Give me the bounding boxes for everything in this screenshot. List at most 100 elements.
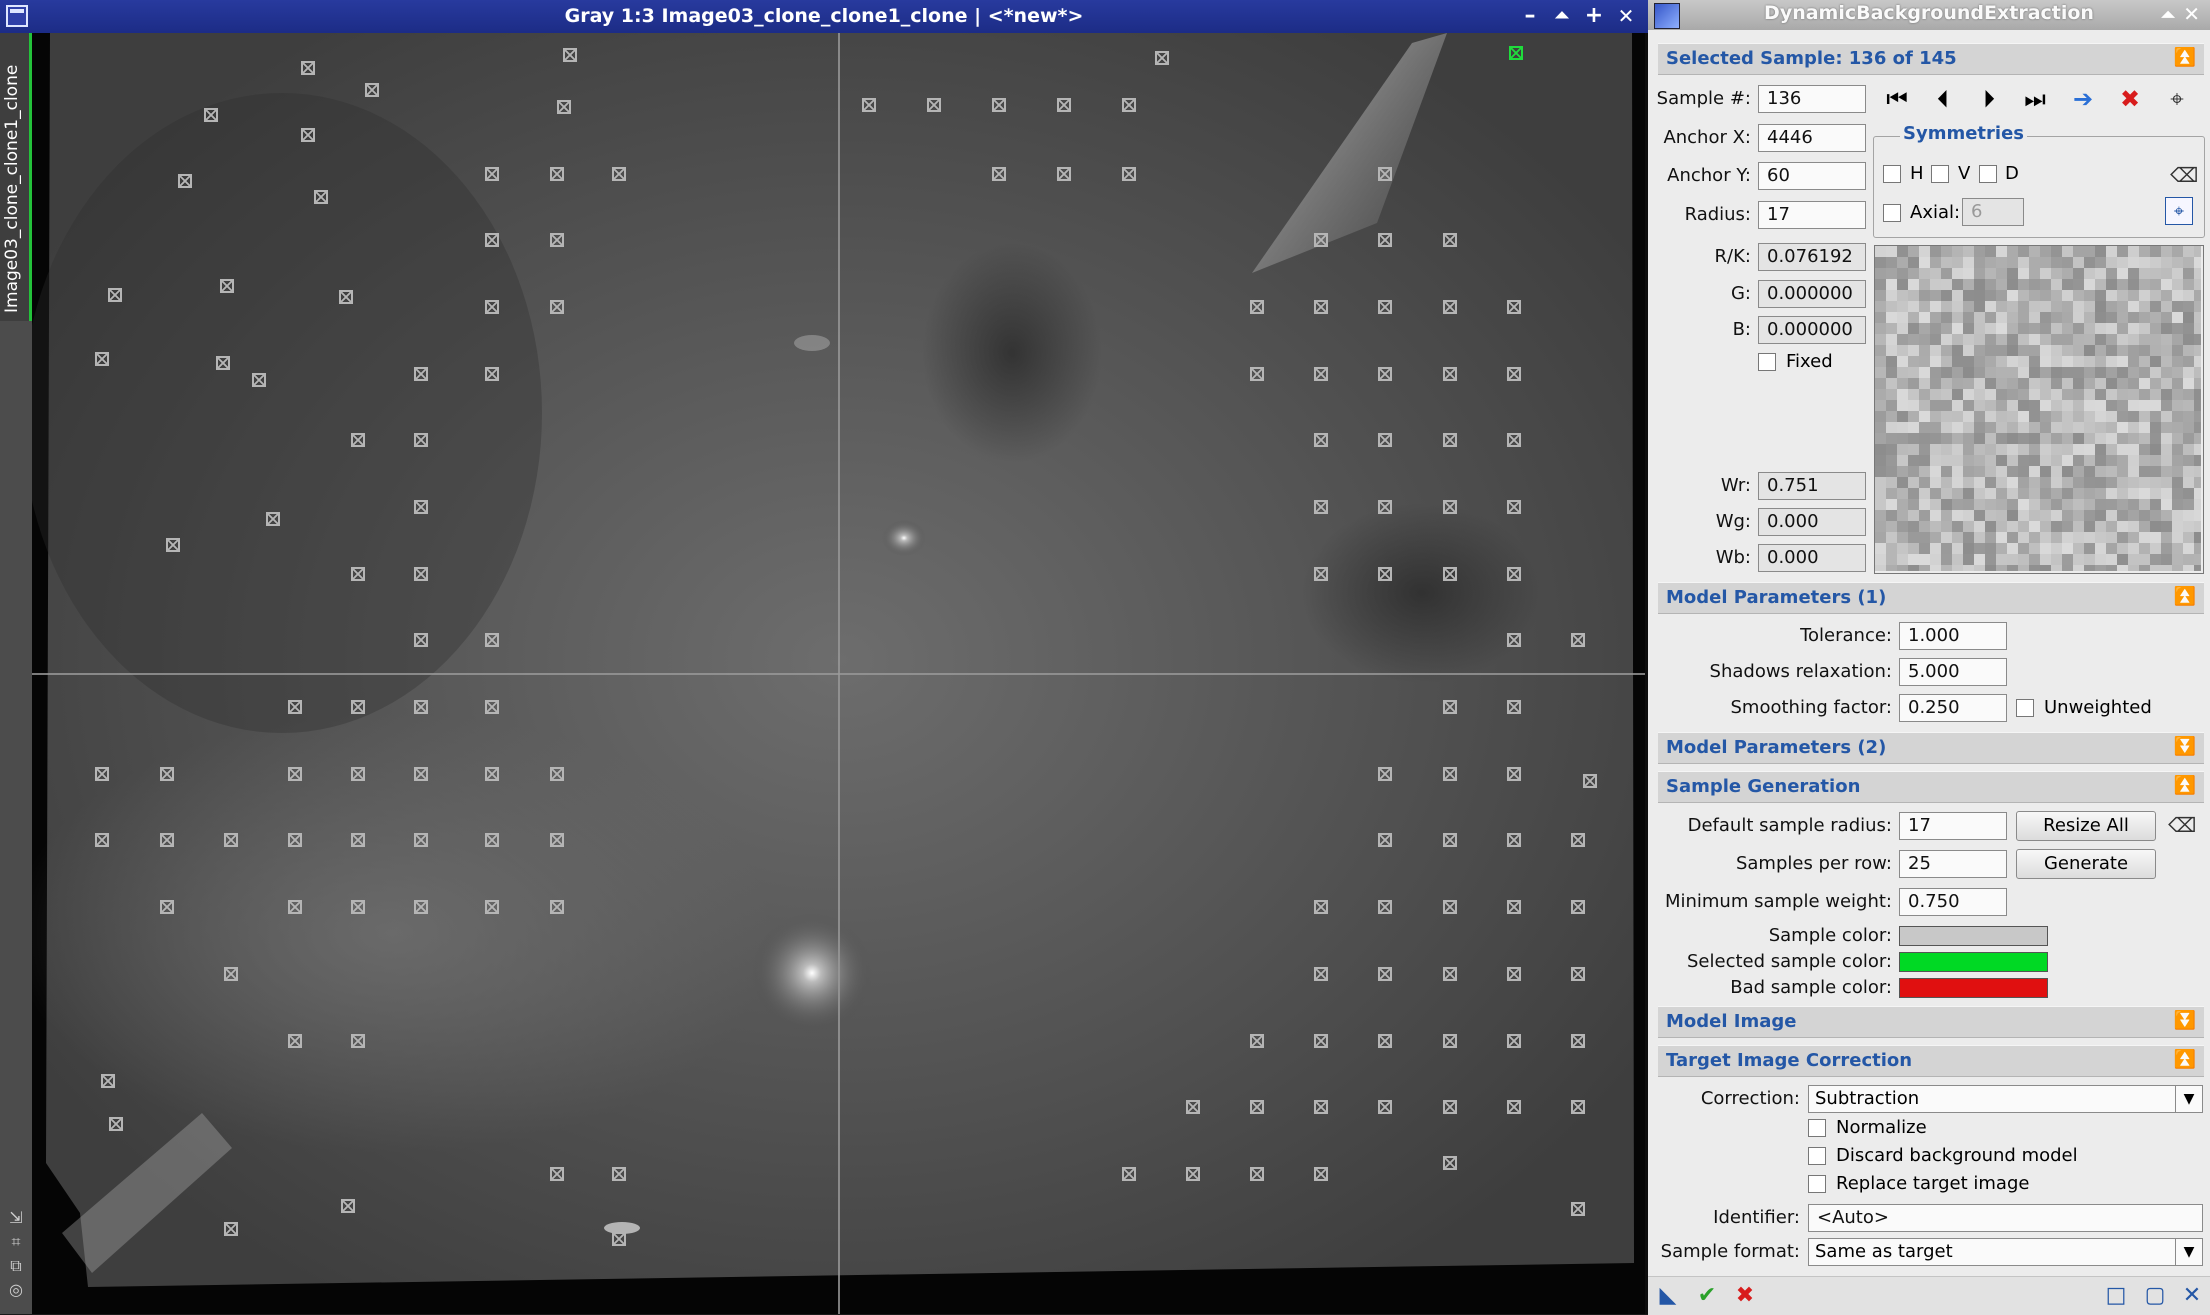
shade-button[interactable]: ⏶ <box>1548 2 1576 30</box>
sample-mark[interactable] <box>485 633 499 647</box>
sample-mark[interactable] <box>612 1167 626 1181</box>
first-sample-icon[interactable]: ⏮ <box>1884 86 1910 112</box>
sample-mark[interactable] <box>414 367 428 381</box>
sample-mark[interactable] <box>862 98 876 112</box>
sample-mark[interactable] <box>1443 1034 1457 1048</box>
shadows-relaxation-field[interactable]: 5.000 <box>1899 658 2007 686</box>
sample-mark[interactable] <box>1507 900 1521 914</box>
discard-background-checkbox[interactable] <box>1808 1147 1826 1165</box>
reset-radius-icon[interactable]: ⌫ <box>2168 813 2196 837</box>
sample-mark[interactable] <box>341 1199 355 1213</box>
sample-mark[interactable] <box>314 190 328 204</box>
sample-mark[interactable] <box>1507 367 1521 381</box>
sample-mark[interactable] <box>1250 300 1264 314</box>
clear-symmetries-icon[interactable]: ⌫ <box>2170 163 2198 187</box>
samples-per-row-field[interactable]: 25 <box>1899 850 2007 878</box>
sample-mark[interactable] <box>351 433 365 447</box>
close-button[interactable]: ✕ <box>1612 2 1640 30</box>
sample-mark[interactable] <box>485 167 499 181</box>
arrow-icon[interactable]: ⇲ <box>7 1209 25 1227</box>
section-model-parameters-2[interactable]: Model Parameters (2) ⏬ <box>1658 732 2204 764</box>
sample-mark[interactable] <box>1122 1167 1136 1181</box>
copy-icon[interactable]: ⧉ <box>7 1257 25 1275</box>
sample-mark[interactable] <box>550 167 564 181</box>
close-icon[interactable]: ✕ <box>2183 2 2200 26</box>
sample-mark[interactable] <box>1378 367 1392 381</box>
sample-mark[interactable] <box>414 700 428 714</box>
replace-target-checkbox[interactable] <box>1808 1175 1826 1193</box>
sample-mark[interactable] <box>220 279 234 293</box>
sample-mark[interactable] <box>550 300 564 314</box>
bad-sample-color-swatch[interactable] <box>1899 978 2048 998</box>
resize-all-button[interactable]: Resize All <box>2016 811 2156 841</box>
sample-mark[interactable] <box>288 700 302 714</box>
sample-mark[interactable] <box>1378 1034 1392 1048</box>
sample-mark[interactable] <box>485 367 499 381</box>
sample-mark[interactable] <box>301 61 315 75</box>
shade-icon[interactable]: ⏶ <box>2160 2 2176 26</box>
sample-mark[interactable] <box>95 352 109 366</box>
sample-mark[interactable] <box>414 767 428 781</box>
unweighted-checkbox[interactable] <box>2016 699 2034 717</box>
sample-mark[interactable] <box>1507 433 1521 447</box>
sample-mark[interactable] <box>1571 1034 1585 1048</box>
sample-mark[interactable] <box>1571 633 1585 647</box>
sample-mark[interactable] <box>1507 833 1521 847</box>
sample-mark[interactable] <box>1155 51 1169 65</box>
sample-mark[interactable] <box>1378 767 1392 781</box>
sample-mark[interactable] <box>1314 500 1328 514</box>
sample-mark[interactable] <box>224 1222 238 1236</box>
sample-mark[interactable] <box>1378 167 1392 181</box>
sample-mark[interactable] <box>1314 900 1328 914</box>
section-sample-generation[interactable]: Sample Generation ⏫ <box>1658 771 2204 803</box>
sample-mark[interactable] <box>1583 774 1597 788</box>
sample-mark[interactable] <box>485 300 499 314</box>
collapse-icon[interactable]: ⏫ <box>2174 586 2196 607</box>
last-sample-icon[interactable]: ⏭ <box>2022 86 2048 112</box>
sample-mark[interactable] <box>485 700 499 714</box>
sample-mark[interactable] <box>224 967 238 981</box>
sample-mark[interactable] <box>339 290 353 304</box>
sample-mark[interactable] <box>95 833 109 847</box>
sample-mark[interactable] <box>1507 967 1521 981</box>
minimum-sample-weight-field[interactable]: 0.750 <box>1899 888 2007 916</box>
sample-mark[interactable] <box>1443 433 1457 447</box>
sample-mark[interactable] <box>1378 967 1392 981</box>
sample-mark[interactable] <box>1378 500 1392 514</box>
sample-mark[interactable] <box>101 1074 115 1088</box>
sample-mark[interactable] <box>1507 500 1521 514</box>
section-selected-sample[interactable]: Selected Sample: 136 of 145 ⏫ <box>1658 43 2204 75</box>
delete-sample-icon[interactable]: ✖ <box>2117 86 2143 112</box>
sample-mark[interactable] <box>563 48 577 62</box>
sample-mark[interactable] <box>1122 167 1136 181</box>
expand-icon[interactable]: ⏬ <box>2174 1010 2196 1031</box>
next-sample-icon[interactable]: ⏵ <box>1976 86 2002 112</box>
sample-mark[interactable] <box>612 1232 626 1246</box>
sample-mark[interactable] <box>1186 1100 1200 1114</box>
new-instance-icon[interactable]: ◣ <box>1656 1284 1680 1308</box>
sample-mark[interactable] <box>1507 1100 1521 1114</box>
reset-icon[interactable]: ✕ <box>2180 1284 2204 1308</box>
crosshair-icon[interactable]: ⌖ <box>2164 86 2190 112</box>
sample-mark[interactable] <box>1250 367 1264 381</box>
sample-mark[interactable] <box>1507 300 1521 314</box>
section-model-image[interactable]: Model Image ⏬ <box>1658 1006 2204 1038</box>
axial-checkbox[interactable] <box>1883 204 1901 222</box>
sample-mark[interactable] <box>160 833 174 847</box>
edit-script-icon[interactable]: ▢ <box>2143 1284 2167 1308</box>
sample-mark[interactable] <box>1314 1167 1328 1181</box>
sample-mark[interactable] <box>1186 1167 1200 1181</box>
sample-mark[interactable] <box>1122 98 1136 112</box>
sample-mark[interactable] <box>550 900 564 914</box>
sample-mark[interactable] <box>1507 633 1521 647</box>
sample-mark[interactable] <box>95 767 109 781</box>
sample-mark[interactable] <box>1057 167 1071 181</box>
sample-mark[interactable] <box>612 167 626 181</box>
go-to-sample-icon[interactable]: ➔ <box>2070 86 2096 112</box>
identifier-field[interactable]: <Auto> <box>1808 1204 2203 1232</box>
symmetry-center-icon[interactable]: ⌖ <box>2165 197 2193 225</box>
sample-mark[interactable] <box>1378 833 1392 847</box>
sample-mark[interactable] <box>351 700 365 714</box>
symmetry-h-checkbox[interactable] <box>1883 165 1901 183</box>
sample-mark[interactable] <box>351 567 365 581</box>
